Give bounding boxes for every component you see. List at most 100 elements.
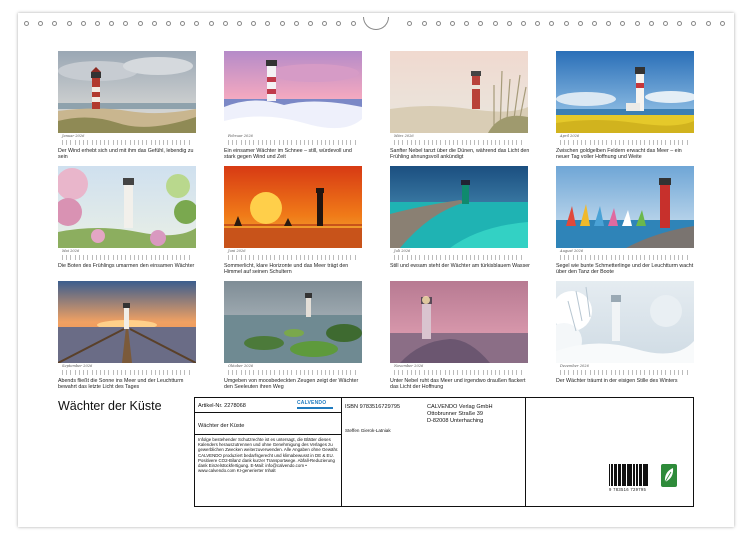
calendar-grid: Juni 2026 <box>224 248 362 262</box>
day-tick <box>486 140 490 145</box>
day-tick <box>495 370 498 375</box>
binding-ring <box>194 21 200 26</box>
binding-ring <box>95 21 100 26</box>
day-tick <box>436 255 439 260</box>
day-tick <box>137 255 141 260</box>
day-tick <box>142 370 145 375</box>
day-tick <box>486 370 490 375</box>
author-name: Steffen Gierok-Latniak <box>345 428 391 433</box>
day-tick <box>597 255 601 260</box>
day-tick <box>66 140 69 145</box>
day-tick <box>265 140 269 145</box>
binding-ring <box>151 21 157 26</box>
day-tick <box>474 255 477 260</box>
day-tick <box>631 140 635 145</box>
day-tick <box>232 255 235 260</box>
day-tick <box>108 370 111 375</box>
day-tick <box>394 140 397 145</box>
day-tick <box>150 370 154 375</box>
day-tick <box>564 370 567 375</box>
binding-ring <box>648 21 654 26</box>
day-tick <box>593 140 597 145</box>
day-tick <box>585 255 588 260</box>
day-tick <box>116 140 120 145</box>
calendar-grid: August 2026 <box>556 248 694 262</box>
day-tick <box>346 140 349 145</box>
lighthouse-photo <box>224 281 362 363</box>
day-tick <box>516 370 519 375</box>
day-tick <box>112 370 116 375</box>
binding-ring <box>52 21 58 26</box>
barcode: 9 783516 729795 <box>609 464 651 494</box>
calendar-grid: Oktober 2026 <box>224 363 362 377</box>
day-tick <box>581 140 584 145</box>
calendar-grid: April 2026 <box>556 133 694 147</box>
day-tick <box>163 255 166 260</box>
day-tick <box>163 140 166 145</box>
day-tick <box>581 255 584 260</box>
day-tick <box>282 140 286 145</box>
day-tick <box>287 255 290 260</box>
day-tick <box>610 370 614 375</box>
day-tick <box>499 370 502 375</box>
day-tick <box>419 370 422 375</box>
day-tick <box>564 140 567 145</box>
day-tick <box>308 140 311 145</box>
day-tick <box>83 370 86 375</box>
day-tick <box>585 140 588 145</box>
article-number: Artikel-Nr. 2278068 <box>198 403 246 409</box>
day-tick <box>665 140 668 145</box>
day-tick <box>444 140 448 145</box>
day-tick <box>491 370 494 375</box>
day-tick <box>236 140 239 145</box>
day-tick <box>627 370 631 375</box>
day-tick <box>410 140 414 145</box>
day-tick <box>270 140 273 145</box>
day-tick <box>589 140 593 145</box>
day-tick <box>116 255 120 260</box>
month-label: Juli 2026 <box>394 249 411 253</box>
day-tick <box>606 370 609 375</box>
binding-ring <box>606 21 612 26</box>
day-tick <box>244 370 248 375</box>
day-tick <box>240 255 244 260</box>
day-tick <box>329 370 332 375</box>
day-tick <box>394 370 397 375</box>
day-tick <box>87 140 90 145</box>
day-tick <box>648 140 652 145</box>
calendar-grid: September 2026 <box>58 363 196 377</box>
calendar-grid: Dezember 2026 <box>556 363 694 377</box>
day-tick <box>657 370 660 375</box>
day-tick <box>627 140 631 145</box>
binding-ring <box>450 21 455 26</box>
day-tick <box>303 140 307 145</box>
day-tick <box>320 370 324 375</box>
day-tick <box>261 255 265 260</box>
day-tick <box>167 140 170 145</box>
day-tick <box>457 140 460 145</box>
day-tick <box>350 140 353 145</box>
day-tick <box>520 370 524 375</box>
day-tick <box>640 140 643 145</box>
day-tick <box>188 370 192 375</box>
day-tick <box>104 255 107 260</box>
photo-caption: Der Wind erhebt sich und mit ihm das Gef… <box>58 148 194 160</box>
day-tick <box>303 255 307 260</box>
day-tick <box>627 255 631 260</box>
month-label: April 2026 <box>560 134 580 138</box>
binding-ring <box>407 21 413 26</box>
day-tick <box>83 255 86 260</box>
binding-ring <box>80 21 86 26</box>
day-tick <box>291 140 294 145</box>
binding-ring <box>336 21 342 26</box>
month-label: August 2026 <box>560 249 584 253</box>
day-tick <box>516 255 519 260</box>
day-tick <box>436 370 439 375</box>
day-tick <box>274 255 277 260</box>
day-tick <box>644 140 647 145</box>
day-tick <box>350 370 353 375</box>
barcode-bar <box>647 464 649 486</box>
divider <box>341 398 342 506</box>
day-tick <box>394 255 397 260</box>
day-tick <box>512 255 515 260</box>
